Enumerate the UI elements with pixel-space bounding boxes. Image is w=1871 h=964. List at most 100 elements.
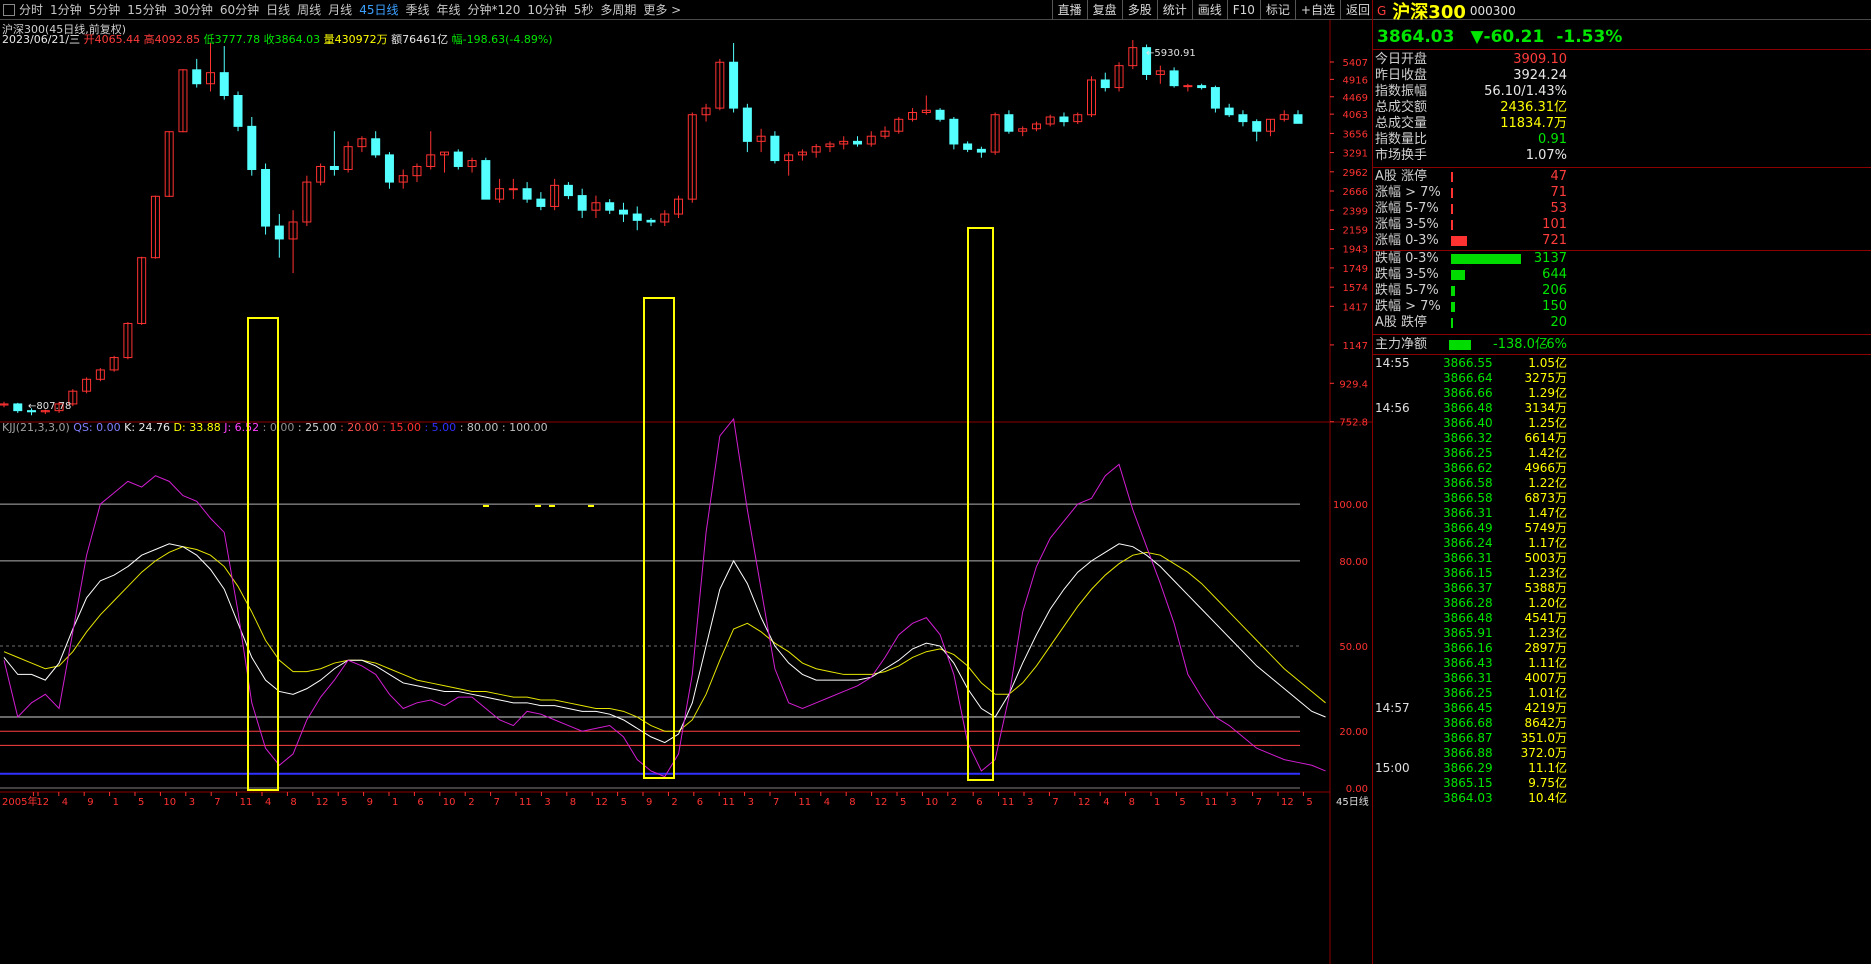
price-axis-label: 1417 bbox=[1343, 302, 1368, 313]
tool-button[interactable]: 多股 bbox=[1121, 0, 1157, 20]
tick-volume: 1.22亿 bbox=[1528, 476, 1567, 490]
tick-price: 3866.24 bbox=[1443, 536, 1493, 550]
breadth-label: A股 涨停 bbox=[1375, 169, 1428, 184]
tick-volume: 4541万 bbox=[1524, 611, 1567, 625]
candle-body bbox=[935, 109, 945, 120]
stat-row: 市场换手 1.07% bbox=[1373, 148, 1871, 164]
period-tab[interactable]: 60分钟 bbox=[220, 0, 259, 20]
candle-body bbox=[1100, 79, 1110, 89]
period-tab[interactable]: 30分钟 bbox=[174, 0, 213, 20]
tick-time: 14:55 bbox=[1375, 356, 1410, 370]
period-tab[interactable]: 分时 bbox=[19, 0, 43, 20]
kdj-k-line bbox=[3, 543, 1326, 744]
kdj-axis-label: 20.00 bbox=[1339, 727, 1368, 738]
x-axis-label: 10 bbox=[925, 797, 938, 808]
tick-volume: 1.05亿 bbox=[1528, 356, 1567, 370]
g-mark: G bbox=[1377, 4, 1387, 18]
breadth-row: 涨幅 0-3% 721 bbox=[1373, 233, 1871, 249]
period-tab[interactable]: 5秒 bbox=[574, 0, 594, 20]
tool-button[interactable]: 复盘 bbox=[1086, 0, 1122, 20]
chart-svg[interactable]: 5407491644694063365632912962266623992159… bbox=[0, 20, 1372, 964]
candle-body bbox=[1293, 114, 1303, 124]
period-tab[interactable]: 分钟*120 bbox=[468, 0, 521, 20]
breadth-value: 101 bbox=[1542, 217, 1567, 232]
candle-body bbox=[1183, 85, 1193, 88]
stat-label: 总成交额 bbox=[1375, 100, 1428, 115]
tick-price: 3866.58 bbox=[1443, 491, 1493, 505]
candle-body bbox=[852, 140, 862, 145]
x-axis-label: 1 bbox=[392, 797, 398, 808]
x-axis-label: 4 bbox=[62, 797, 68, 808]
side-panel: G 沪深300 000300 3864.03 ▼-60.21 -1.53% 今日… bbox=[1372, 0, 1871, 964]
tick-row: 3866.43 1.11亿 bbox=[1373, 656, 1871, 671]
period-tab[interactable]: 15分钟 bbox=[127, 0, 166, 20]
x-axis-label: 5 bbox=[621, 797, 627, 808]
tick-price: 3866.62 bbox=[1443, 461, 1493, 475]
x-axis-label: 11 bbox=[722, 797, 735, 808]
tick-row: 3866.40 1.25亿 bbox=[1373, 416, 1871, 431]
tick-price: 3866.87 bbox=[1443, 731, 1493, 745]
x-axis-label: 12 bbox=[595, 797, 608, 808]
tool-button[interactable]: +自选 bbox=[1294, 0, 1340, 20]
x-axis-label: 5 bbox=[900, 797, 906, 808]
index-name: 沪深300 bbox=[1392, 2, 1466, 23]
price-axis-label: 752.8 bbox=[1339, 418, 1368, 429]
price-axis-label: 4063 bbox=[1343, 110, 1368, 121]
tick-price: 3866.25 bbox=[1443, 686, 1493, 700]
period-tab[interactable]: 周线 bbox=[297, 0, 321, 20]
tick-volume: 2897万 bbox=[1524, 641, 1567, 655]
kdj-signal-mark bbox=[588, 505, 594, 507]
tick-volume: 1.17亿 bbox=[1528, 536, 1567, 550]
tick-volume: 6873万 bbox=[1524, 491, 1567, 505]
x-axis-label: 5 bbox=[138, 797, 144, 808]
price-axis-label: 5407 bbox=[1343, 58, 1368, 69]
period-tab[interactable]: 更多 > bbox=[643, 0, 681, 20]
x-axis-label: 2 bbox=[468, 797, 474, 808]
candle-body bbox=[192, 69, 202, 85]
period-tab[interactable]: 1分钟 bbox=[50, 0, 82, 20]
breadth-label: 涨幅 3-5% bbox=[1375, 217, 1439, 232]
period-tab[interactable]: 季线 bbox=[405, 0, 429, 20]
breadth-bar bbox=[1451, 254, 1521, 264]
period-tab[interactable]: 10分钟 bbox=[527, 0, 566, 20]
x-axis-label: 3 bbox=[544, 797, 550, 808]
main-flow-row: 主力净额 -138.0亿 -6% bbox=[1373, 337, 1871, 353]
tick-row: 3864.03 10.4亿 bbox=[1373, 791, 1871, 806]
last-price: 3864.03 bbox=[1377, 26, 1455, 47]
tick-price: 3866.28 bbox=[1443, 596, 1493, 610]
tick-row: 3866.25 1.42亿 bbox=[1373, 446, 1871, 461]
tick-row: 3866.49 5749万 bbox=[1373, 521, 1871, 536]
period-tab[interactable]: 45日线 bbox=[359, 0, 398, 20]
tool-button[interactable]: F10 bbox=[1226, 0, 1260, 20]
stat-value: 56.10/1.43% bbox=[1484, 84, 1567, 99]
stat-row: 昨日收盘 3924.24 bbox=[1373, 68, 1871, 84]
breadth-bar bbox=[1451, 236, 1467, 246]
tick-price: 3866.64 bbox=[1443, 371, 1493, 385]
menu-icon[interactable] bbox=[3, 4, 15, 16]
x-axis-label: 7 bbox=[1052, 797, 1058, 808]
kdj-signal-mark bbox=[483, 505, 489, 507]
tool-button[interactable]: 返回 bbox=[1339, 0, 1375, 20]
breadth-value: 644 bbox=[1542, 267, 1567, 282]
period-tab[interactable]: 日线 bbox=[266, 0, 290, 20]
kdj-axis-label: 100.00 bbox=[1333, 500, 1368, 511]
period-tab[interactable]: 多周期 bbox=[600, 0, 636, 20]
breadth-label: 跌幅 > 7% bbox=[1375, 299, 1441, 314]
period-tab[interactable]: 月线 bbox=[328, 0, 352, 20]
period-tab[interactable]: 年线 bbox=[436, 0, 460, 20]
candle-body bbox=[1197, 85, 1207, 89]
tick-volume: 5749万 bbox=[1524, 521, 1567, 535]
main-flow-value: -138.0亿 bbox=[1493, 337, 1548, 352]
tick-row: 3866.68 8642万 bbox=[1373, 716, 1871, 731]
tool-button[interactable]: 统计 bbox=[1156, 0, 1192, 20]
period-tab[interactable]: 5分钟 bbox=[89, 0, 121, 20]
breadth-label: 跌幅 0-3% bbox=[1375, 251, 1439, 266]
tool-button[interactable]: 直播 bbox=[1051, 0, 1087, 20]
tool-button[interactable]: 画线 bbox=[1191, 0, 1227, 20]
tool-button[interactable]: 标记 bbox=[1259, 0, 1295, 20]
tick-volume: 372.0万 bbox=[1520, 746, 1567, 760]
tick-price: 3866.43 bbox=[1443, 656, 1493, 670]
breadth-value: 20 bbox=[1550, 315, 1567, 330]
breadth-bar bbox=[1451, 204, 1453, 214]
tick-price: 3866.40 bbox=[1443, 416, 1493, 430]
